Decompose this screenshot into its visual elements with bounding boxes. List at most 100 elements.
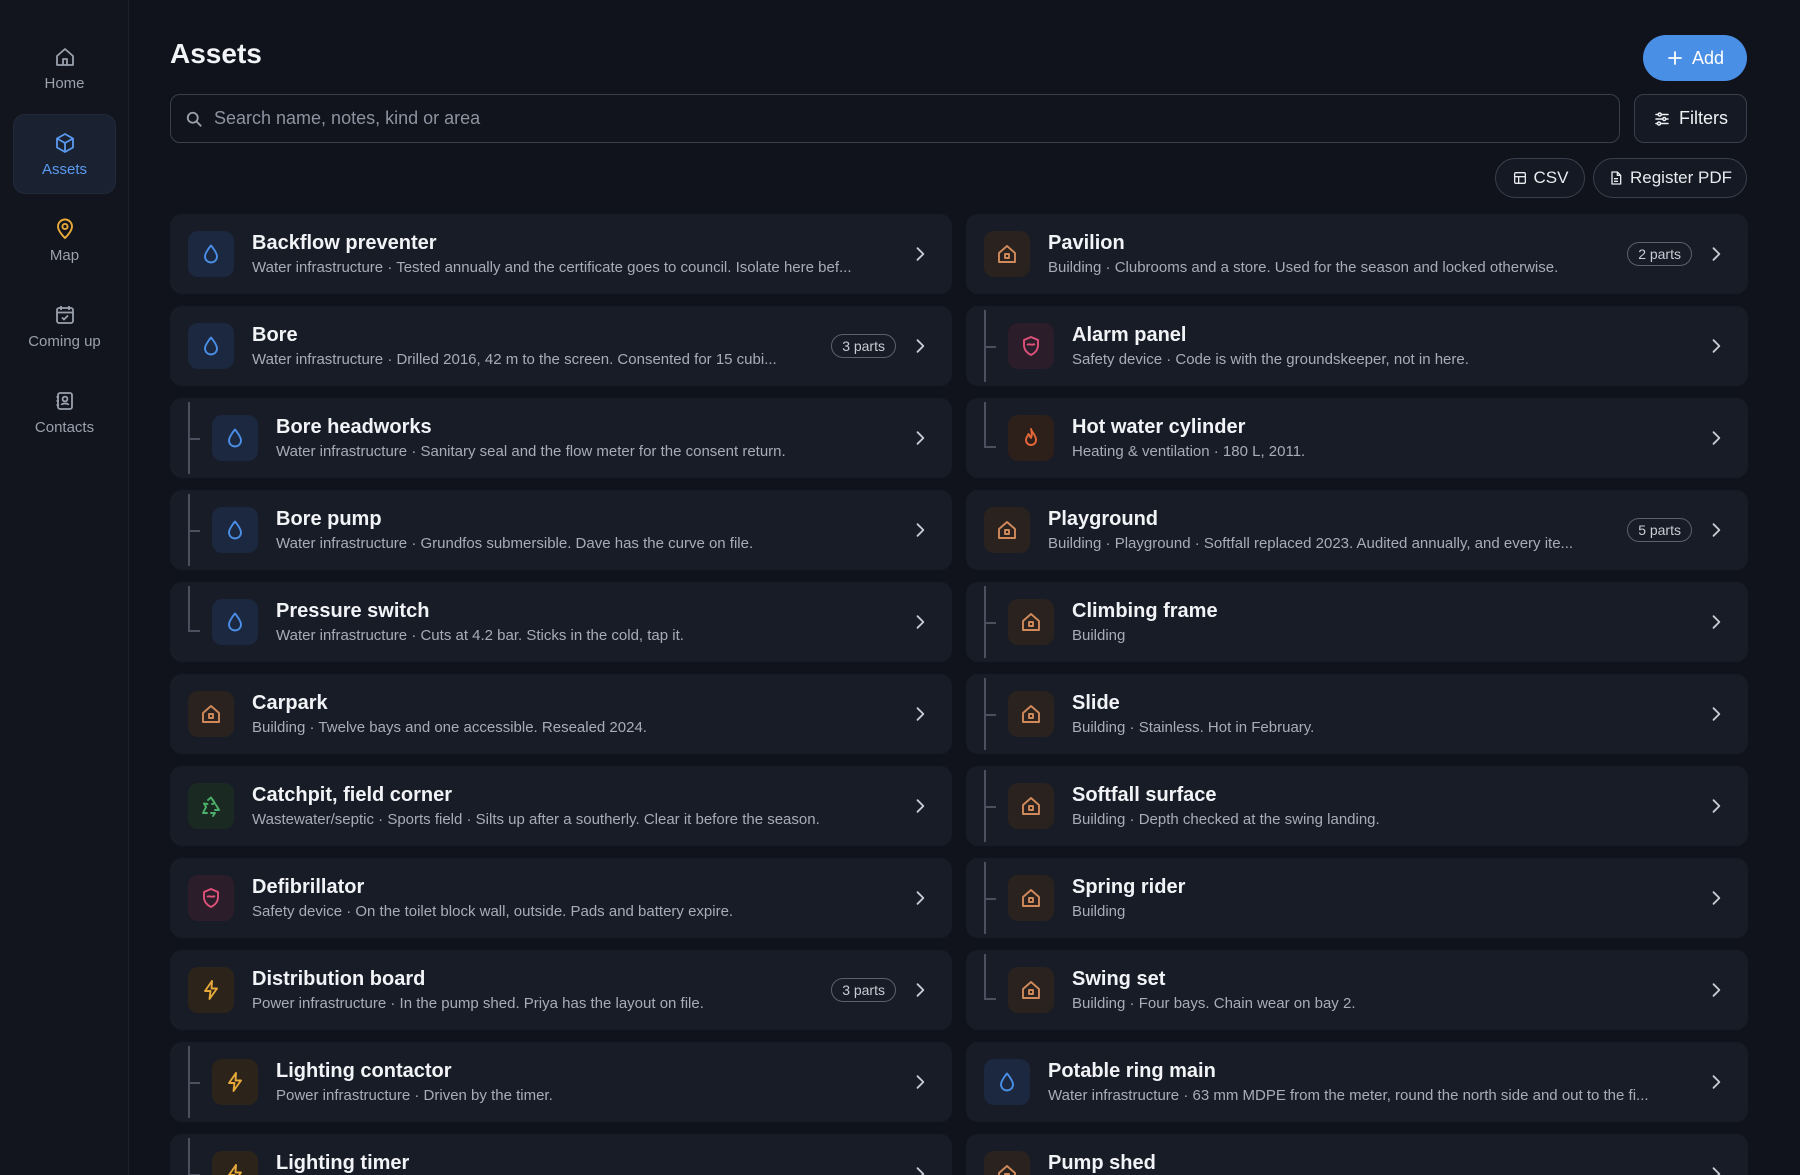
register-pdf-button[interactable]: Register PDF (1593, 158, 1747, 198)
building-icon (1008, 875, 1054, 921)
asset-card[interactable]: Bore Water infrastructure · Drilled 2016,… (170, 306, 952, 386)
asset-subtitle: Water infrastructure · Drilled 2016, 42 … (252, 351, 777, 368)
water-drop-icon (212, 415, 258, 461)
asset-card[interactable]: Pavilion Building · Clubrooms and a store… (966, 214, 1748, 294)
asset-card[interactable]: Pressure switch Water infrastructure · Cu… (170, 582, 952, 662)
chevron-right-icon (916, 891, 925, 905)
filters-button[interactable]: Filters (1634, 94, 1747, 143)
page-title: Assets (170, 38, 262, 69)
sidebar-item-coming-up[interactable]: Coming up (13, 286, 116, 366)
sidebar: Home Assets Map Coming up Contacts (0, 0, 129, 1175)
map-pin-icon (56, 218, 73, 239)
asset-subtitle: Building · Depth checked at the swing la… (1072, 811, 1380, 828)
tree-connector (984, 858, 1006, 938)
document-icon (1611, 171, 1622, 185)
asset-subtitle: Safety device · On the toilet block wall… (252, 903, 734, 920)
asset-card[interactable]: Softfall surface Building · Depth checked… (966, 766, 1748, 846)
tree-connector (984, 582, 1006, 662)
asset-subtitle: Water infrastructure · Sanitary seal and… (276, 443, 786, 460)
asset-title: Bore pump (276, 508, 382, 530)
asset-card[interactable]: Playground Building · Playground · Softfa… (966, 490, 1748, 570)
asset-card[interactable]: Bore pump Water infrastructure · Grundfos… (170, 490, 952, 570)
asset-subtitle: Building · Clubrooms and a store. Used f… (1048, 259, 1559, 276)
tree-connector (188, 582, 210, 662)
building-icon (1008, 691, 1054, 737)
chevron-right-icon (916, 707, 925, 721)
asset-subtitle: Building · Playground · Softfall replace… (1048, 535, 1574, 552)
asset-title: Alarm panel (1072, 324, 1187, 346)
shield-icon (1008, 323, 1054, 369)
asset-subtitle: Power infrastructure · Driven by the tim… (276, 1087, 553, 1104)
tree-connector (984, 398, 1006, 478)
asset-title: Defibrillator (252, 876, 365, 898)
asset-card[interactable]: Carpark Building · Twelve bays and one ac… (170, 674, 952, 754)
asset-card[interactable]: Defibrillator Safety device · On the toil… (170, 858, 952, 938)
asset-subtitle: Safety device · Code is with the grounds… (1072, 351, 1469, 368)
search-box (170, 94, 1620, 143)
parts-badge: 5 parts (1627, 518, 1692, 542)
chevron-right-icon (916, 799, 925, 813)
asset-subtitle: Building · Stainless. Hot in February. (1072, 719, 1315, 736)
tree-connector (188, 490, 210, 570)
asset-card[interactable]: Lighting contactor Power infrastructure ·… (170, 1042, 952, 1122)
asset-title: Spring rider (1072, 876, 1186, 898)
asset-card[interactable]: Slide Building · Stainless. Hot in Februa… (966, 674, 1748, 754)
table-icon (1513, 172, 1526, 184)
asset-title: Slide (1072, 692, 1120, 714)
asset-subtitle: Water infrastructure · Cuts at 4.2 bar. … (276, 627, 684, 644)
asset-title: Lighting contactor (276, 1060, 452, 1082)
sidebar-item-map[interactable]: Map (13, 200, 116, 280)
search-input[interactable] (214, 108, 1619, 129)
tree-connector (984, 950, 1006, 1030)
chevron-right-icon (1712, 1167, 1721, 1175)
asset-card[interactable]: Hot water cylinder Heating & ventilation … (966, 398, 1748, 478)
water-drop-icon (188, 231, 234, 277)
asset-card[interactable]: Lighting timerPower infrastructure · Ast… (170, 1134, 952, 1175)
chevron-right-icon (1712, 339, 1721, 353)
building-icon (1008, 599, 1054, 645)
chevron-right-icon (1712, 1075, 1721, 1089)
chevron-right-icon (1712, 707, 1721, 721)
csv-export-button[interactable]: CSV (1495, 158, 1585, 198)
sidebar-item-label: Coming up (28, 332, 101, 350)
asset-card[interactable]: Swing set Building · Four bays. Chain wea… (966, 950, 1748, 1030)
parts-badge: 3 parts (831, 978, 896, 1002)
filters-button-label: Filters (1679, 108, 1728, 128)
asset-title: Playground (1048, 508, 1159, 530)
asset-card[interactable]: Alarm panel Safety device · Code is with … (966, 306, 1748, 386)
building-icon (984, 507, 1030, 553)
asset-card[interactable]: Potable ring main Water infrastructure · … (966, 1042, 1748, 1122)
asset-card[interactable]: Bore headworks Water infrastructure · San… (170, 398, 952, 478)
lightning-icon (188, 967, 234, 1013)
parts-badge: 2 parts (1627, 242, 1692, 266)
asset-title: Softfall surface (1072, 784, 1217, 806)
tree-connector (188, 1042, 210, 1122)
csv-button-label: CSV (1533, 168, 1569, 187)
sidebar-item-contacts[interactable]: Contacts (13, 372, 116, 452)
asset-card[interactable]: Spring rider Building (966, 858, 1748, 938)
asset-card[interactable]: Pump shedBuilding · Houses the irrigatio… (966, 1134, 1748, 1175)
pdf-button-label: Register PDF (1629, 168, 1733, 187)
chevron-right-icon (916, 615, 925, 629)
asset-title: Catchpit, field corner (252, 784, 453, 806)
asset-card[interactable]: Climbing frame Building (966, 582, 1748, 662)
parts-badge: 3 parts (831, 334, 896, 358)
sidebar-item-home[interactable]: Home (13, 28, 116, 108)
search-icon (186, 111, 202, 127)
asset-title: Distribution board (252, 968, 426, 990)
water-drop-icon (188, 323, 234, 369)
building-icon (1008, 783, 1054, 829)
asset-card[interactable]: Backflow preventer Water infrastructure ·… (170, 214, 952, 294)
asset-title: Carpark (252, 692, 328, 714)
asset-card[interactable]: Distribution board Power infrastructure ·… (170, 950, 952, 1030)
asset-title: Bore (252, 324, 298, 346)
chevron-right-icon (1712, 615, 1721, 629)
chevron-right-icon (916, 1075, 925, 1089)
sidebar-item-label: Contacts (34, 418, 95, 436)
add-button[interactable]: Add (1643, 35, 1747, 81)
tree-connector (984, 674, 1006, 754)
building-icon (188, 691, 234, 737)
asset-card[interactable]: Catchpit, field corner Wastewater/septic … (170, 766, 952, 846)
recycle-icon (188, 783, 234, 829)
sidebar-item-assets[interactable]: Assets (13, 114, 116, 194)
